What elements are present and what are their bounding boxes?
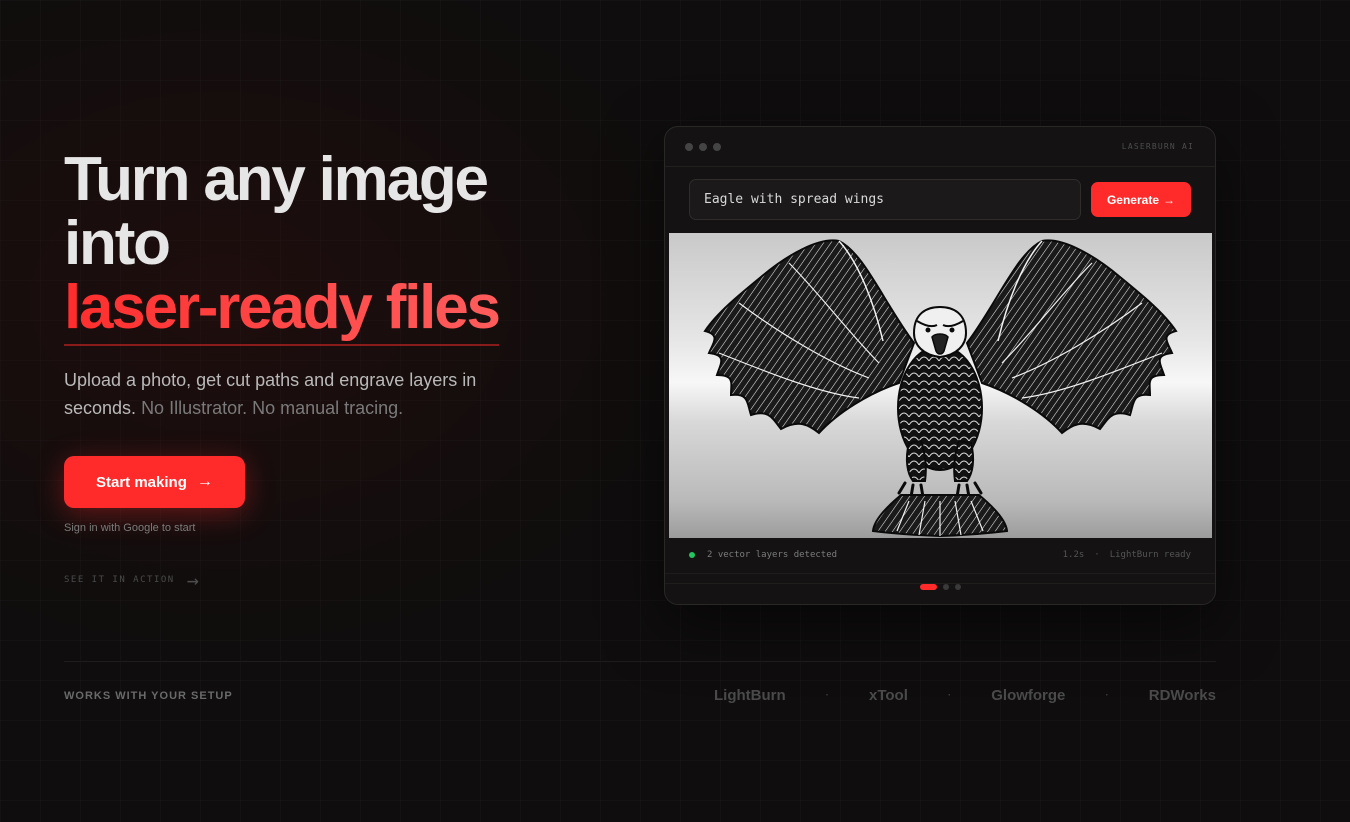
status-ready: LightBurn ready	[1109, 550, 1191, 560]
pager-divider	[665, 573, 1215, 574]
arrow-right-icon: →	[196, 473, 213, 490]
arrow-right-icon: →	[1163, 192, 1175, 207]
partner-xtool: xTool	[869, 687, 908, 704]
start-making-button[interactable]: Start making →	[64, 456, 245, 508]
right-wing	[965, 239, 1178, 435]
hero-headline: Turn any image into laser-ready files	[64, 148, 604, 346]
window-dot-icon	[685, 142, 693, 151]
eagle-illustration	[703, 239, 1178, 538]
see-action-label: SEE IT IN ACTION	[64, 575, 175, 585]
window-title: LASERBURN AI	[1121, 142, 1194, 151]
start-making-label: Start making	[96, 473, 187, 491]
generated-image-preview	[669, 233, 1212, 538]
window-dots	[685, 142, 721, 151]
section-divider	[64, 661, 1216, 662]
status-meta: 1.2s · LightBurn ready	[1063, 550, 1191, 560]
pager-dot-1[interactable]	[919, 584, 937, 590]
hero-subtitle: Upload a photo, get cut paths and engrav…	[64, 366, 534, 422]
partner-separator: ·	[1105, 690, 1109, 701]
demo-window: LASERBURN AI Eagle with spread wings Gen…	[664, 126, 1216, 605]
status-row: 2 vector layers detected 1.2s · LightBur…	[689, 545, 1191, 565]
headline-line-1: Turn any image	[64, 145, 489, 214]
long-arrow-right-icon: →	[186, 568, 201, 592]
subtitle-muted: No Illustrator. No manual tracing.	[141, 398, 404, 418]
status-dot-icon	[689, 552, 695, 558]
headline-line-2: into	[64, 209, 171, 278]
status-text: 2 vector layers detected	[707, 550, 838, 560]
generate-label: Generate	[1106, 192, 1159, 207]
prompt-row: Eagle with spread wings Generate →	[665, 167, 1215, 220]
carousel-pager	[665, 583, 1215, 590]
status-time: 1.2s	[1062, 550, 1085, 560]
works-with-label: WORKS WITH YOUR SETUP	[64, 690, 233, 702]
partner-separator: ·	[947, 690, 952, 701]
window-titlebar: LASERBURN AI	[665, 127, 1215, 167]
pager-dot-3[interactable]	[954, 584, 961, 590]
signin-note: Sign in with Google to start	[64, 522, 196, 534]
partner-list: LightBurn · xTool · Glowforge · RDWorks	[714, 687, 1216, 704]
partner-separator: ·	[825, 690, 829, 701]
partner-lightburn: LightBurn	[714, 687, 786, 704]
window-dot-icon	[713, 142, 721, 151]
generate-button[interactable]: Generate →	[1090, 182, 1191, 217]
status-separator: ·	[1094, 550, 1100, 560]
left-wing	[703, 239, 916, 435]
pager-dot-2[interactable]	[942, 584, 949, 590]
headline-accent: laser-ready files	[64, 276, 501, 346]
window-dot-icon	[699, 142, 707, 151]
see-it-in-action-link[interactable]: SEE IT IN ACTION →	[64, 570, 604, 590]
hero-section: Turn any image into laser-ready files Up…	[64, 148, 604, 590]
partner-glowforge: Glowforge	[991, 687, 1066, 704]
partner-rdworks: RDWorks	[1148, 687, 1216, 704]
prompt-input[interactable]: Eagle with spread wings	[689, 179, 1081, 220]
